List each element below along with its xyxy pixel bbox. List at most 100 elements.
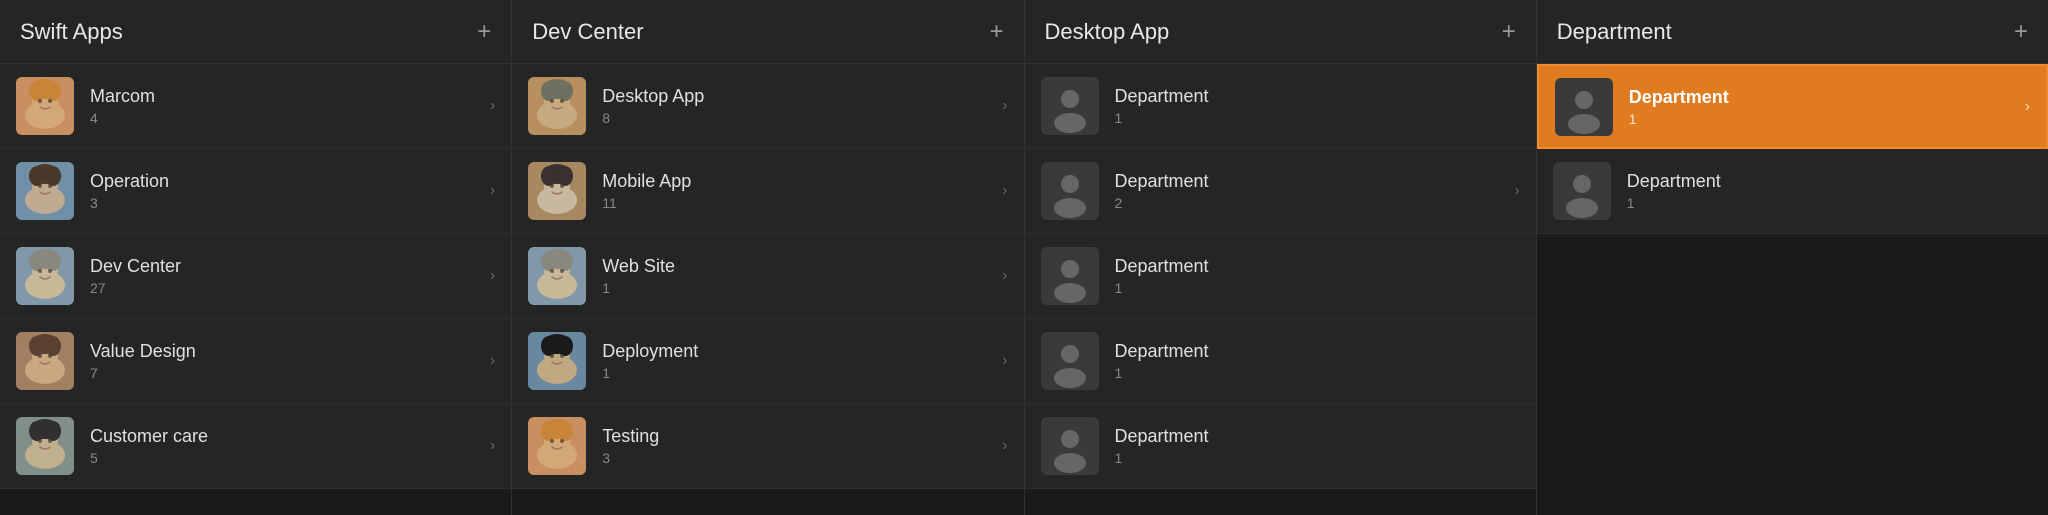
add-button-department[interactable]: + <box>2014 20 2028 44</box>
item-text-dept-2: Department2 <box>1115 171 1507 211</box>
column-items-desktop-app: Department1 Department2› Department1 Dep… <box>1025 64 1536 515</box>
avatar-customer-care <box>16 417 74 475</box>
chevron-icon-operation: › <box>490 182 495 200</box>
avatar-operation <box>16 162 74 220</box>
list-item-deployment[interactable]: Deployment 1 › <box>512 319 1023 404</box>
column-header-dev-center: Dev Center+ <box>512 0 1023 64</box>
avatar-web-site <box>528 247 586 305</box>
item-name-mobile-app: Mobile App <box>602 171 994 192</box>
list-item-testing[interactable]: Testing 3 › <box>512 404 1023 489</box>
column-desktop-app: Desktop App+ Department1 Department2› De… <box>1025 0 1537 515</box>
chevron-icon-deployment: › <box>1002 352 1007 370</box>
add-button-desktop-app[interactable]: + <box>1502 20 1516 44</box>
list-item-customer-care[interactable]: Customer care 5 › <box>0 404 511 489</box>
item-text-desktop-app: Desktop App 8 <box>602 86 994 126</box>
item-count-dept-1: 1 <box>1115 110 1520 126</box>
avatar-dept-3 <box>1041 247 1099 305</box>
item-name-marcom: Marcom <box>90 86 482 107</box>
column-header-department: Department+ <box>1537 0 2048 64</box>
item-count-mobile-app: 11 <box>602 195 994 211</box>
item-count-marcom: 4 <box>90 110 482 126</box>
item-text-dept-5: Department 1 <box>1115 426 1520 466</box>
item-count-dev-center: 27 <box>90 280 482 296</box>
avatar-deployment <box>528 332 586 390</box>
chevron-icon-web-site: › <box>1002 267 1007 285</box>
item-name-dept-1: Department <box>1115 86 1520 107</box>
list-item-dept-3[interactable]: Department 1 <box>1025 234 1536 319</box>
list-item-dept-a[interactable]: Department 1 › <box>1537 64 2048 149</box>
list-item-operation[interactable]: Operation3 › <box>0 149 511 234</box>
item-name-dept-5: Department <box>1115 426 1520 447</box>
column-header-desktop-app: Desktop App + <box>1025 0 1536 64</box>
item-name-dept-a: Department <box>1629 87 2017 108</box>
list-item-dept-2[interactable]: Department2 › <box>1025 149 1536 234</box>
item-name-customer-care: Customer care <box>90 426 482 447</box>
item-name-desktop-app: Desktop App <box>602 86 994 107</box>
avatar-dept-1 <box>1041 77 1099 135</box>
item-count-dept-2: 2 <box>1115 195 1507 211</box>
item-count-deployment: 1 <box>602 365 994 381</box>
avatar-mobile-app <box>528 162 586 220</box>
item-text-testing: Testing 3 <box>602 426 994 466</box>
list-item-dev-center[interactable]: Dev Center 27 › <box>0 234 511 319</box>
column-swift-apps: Swift Apps + Marcom 4 › Operation3 › Dev Cen… <box>0 0 512 515</box>
column-items-department: Department 1 › Department 1 <box>1537 64 2048 515</box>
avatar-value-design <box>16 332 74 390</box>
item-count-desktop-app: 8 <box>602 110 994 126</box>
item-count-dept-4: 1 <box>1115 365 1520 381</box>
add-button-dev-center[interactable]: + <box>989 20 1003 44</box>
item-text-dept-a: Department 1 <box>1629 87 2017 127</box>
avatar-dept-4 <box>1041 332 1099 390</box>
item-name-operation: Operation <box>90 171 482 192</box>
item-text-web-site: Web Site1 <box>602 256 994 296</box>
item-name-value-design: Value Design <box>90 341 482 362</box>
list-item-mobile-app[interactable]: Mobile App 11 › <box>512 149 1023 234</box>
item-count-dept-5: 1 <box>1115 450 1520 466</box>
column-department: Department+ Department1› Department1 <box>1537 0 2048 515</box>
list-item-web-site[interactable]: Web Site1 › <box>512 234 1023 319</box>
chevron-icon-dept-2: › <box>1514 182 1519 200</box>
chevron-icon-dev-center: › <box>490 267 495 285</box>
item-text-dept-3: Department 1 <box>1115 256 1520 296</box>
column-header-swift-apps: Swift Apps + <box>0 0 511 64</box>
item-count-dept-a: 1 <box>1629 111 2017 127</box>
avatar-testing <box>528 417 586 475</box>
item-name-deployment: Deployment <box>602 341 994 362</box>
item-text-marcom: Marcom 4 <box>90 86 482 126</box>
item-text-dept-1: Department 1 <box>1115 86 1520 126</box>
list-item-dept-4[interactable]: Department 1 <box>1025 319 1536 404</box>
item-name-dept-4: Department <box>1115 341 1520 362</box>
main-container: Swift Apps+ Marcom4› Operation3› Dev Cen… <box>0 0 2048 515</box>
column-title-desktop-app: Desktop App <box>1045 19 1170 45</box>
item-count-customer-care: 5 <box>90 450 482 466</box>
add-button-swift-apps[interactable]: + <box>477 20 491 44</box>
avatar-dept-a <box>1555 78 1613 136</box>
list-item-dept-5[interactable]: Department 1 <box>1025 404 1536 489</box>
list-item-marcom[interactable]: Marcom4› <box>0 64 511 149</box>
chevron-icon-customer-care: › <box>490 437 495 455</box>
chevron-icon-testing: › <box>1002 437 1007 455</box>
item-count-testing: 3 <box>602 450 994 466</box>
column-title-swift-apps: Swift Apps <box>20 19 123 45</box>
item-text-dept-4: Department 1 <box>1115 341 1520 381</box>
list-item-dept-b[interactable]: Department1 <box>1537 149 2048 234</box>
chevron-icon-mobile-app: › <box>1002 182 1007 200</box>
item-name-dept-3: Department <box>1115 256 1520 277</box>
item-text-mobile-app: Mobile App 11 <box>602 171 994 211</box>
item-name-testing: Testing <box>602 426 994 447</box>
item-text-operation: Operation3 <box>90 171 482 211</box>
avatar-dept-b <box>1553 162 1611 220</box>
chevron-icon-value-design: › <box>490 352 495 370</box>
item-count-value-design: 7 <box>90 365 482 381</box>
list-item-dept-1[interactable]: Department 1 <box>1025 64 1536 149</box>
item-name-dev-center: Dev Center <box>90 256 482 277</box>
column-items-dev-center: Desktop App 8 › Mobile App 11 › Web Site1 › D… <box>512 64 1023 515</box>
list-item-desktop-app[interactable]: Desktop App 8 › <box>512 64 1023 149</box>
item-count-dept-3: 1 <box>1115 280 1520 296</box>
item-text-dept-b: Department1 <box>1627 171 2032 211</box>
column-dev-center: Dev Center+ Desktop App 8 › Mobile App 11 › … <box>512 0 1024 515</box>
chevron-icon-desktop-app: › <box>1002 97 1007 115</box>
list-item-value-design[interactable]: Value Design 7 › <box>0 319 511 404</box>
chevron-icon-dept-a: › <box>2025 98 2030 116</box>
item-text-deployment: Deployment 1 <box>602 341 994 381</box>
